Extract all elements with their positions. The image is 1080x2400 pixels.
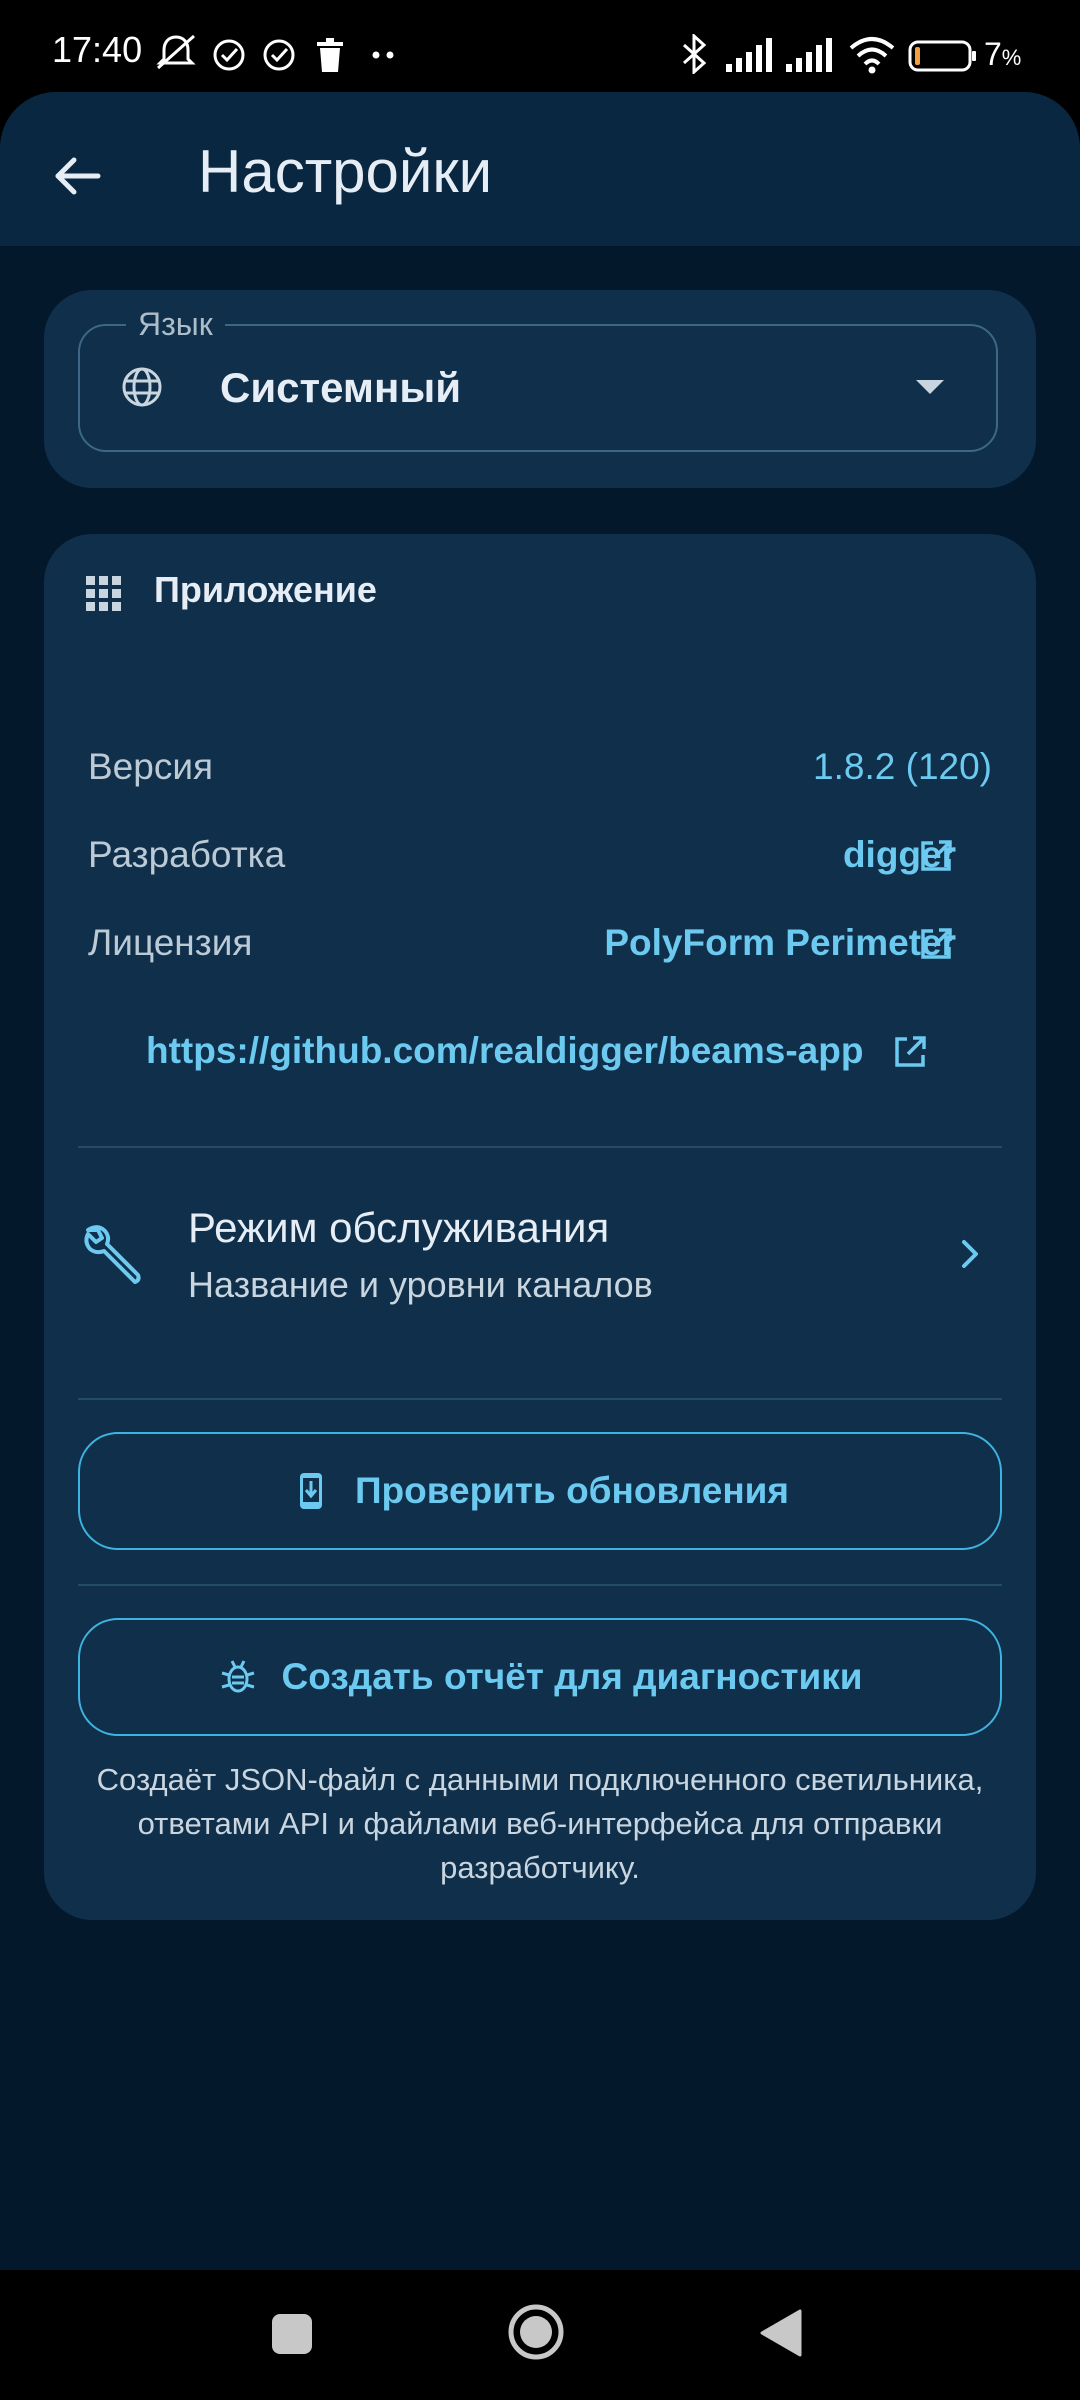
- language-label: Язык: [126, 306, 225, 342]
- wifi-icon: [849, 37, 895, 74]
- home-button[interactable]: [506, 2302, 566, 2362]
- battery-percent-unit: %: [1001, 45, 1022, 70]
- maintenance-title: Режим обслуживания: [188, 1204, 610, 1251]
- version-value: 1.8.2 (120): [813, 746, 992, 787]
- license-label: Лицензия: [88, 922, 253, 963]
- back-button[interactable]: [40, 140, 112, 212]
- diagnostics-label: Создать отчёт для диагностики: [281, 1656, 863, 1697]
- arrow-left-icon: [55, 157, 101, 195]
- bug-icon: [221, 1660, 254, 1693]
- muted-bell-icon: [156, 34, 196, 70]
- phone-update-icon: [299, 1473, 322, 1509]
- repo-link[interactable]: https://github.com/realdigger/beams-app: [146, 1028, 863, 1074]
- signal-icon: [726, 38, 772, 72]
- maintenance-mode-item[interactable]: Режим обслуживания Название и уровни кан…: [44, 1148, 1036, 1388]
- more-dots-icon: [372, 51, 394, 59]
- recents-button[interactable]: [270, 2312, 314, 2356]
- app-info-card: Приложение Версия 1.8.2 (120) Разработка…: [44, 534, 1036, 1920]
- diagnostics-button[interactable]: Создать отчёт для диагностики: [78, 1618, 1002, 1736]
- status-bar: 17:40 7%: [0, 0, 1080, 92]
- developer-label: Разработка: [88, 834, 286, 875]
- globe-icon: [122, 367, 162, 407]
- dropdown-arrow-icon: [916, 380, 944, 394]
- signal-icon: [786, 38, 832, 72]
- divider: [78, 1584, 1002, 1586]
- external-link-icon[interactable]: [918, 926, 954, 962]
- check-updates-button[interactable]: Проверить обновления: [78, 1432, 1002, 1550]
- version-label: Версия: [88, 746, 214, 787]
- system-nav-bar: [0, 2270, 1080, 2400]
- wrench-icon: [84, 1225, 141, 1284]
- battery-percent: 7%: [984, 36, 1021, 76]
- check-updates-label: Проверить обновления: [354, 1470, 790, 1511]
- divider: [78, 1398, 1002, 1400]
- bluetooth-icon: [682, 34, 707, 74]
- status-time: 17:40: [52, 29, 143, 70]
- back-nav-button[interactable]: [758, 2308, 804, 2358]
- language-select[interactable]: Язык Системный: [78, 306, 998, 452]
- external-link-icon[interactable]: [918, 838, 954, 874]
- maintenance-subtitle: Название и уровни каналов: [188, 1264, 653, 1305]
- language-value: Системный: [220, 364, 462, 411]
- trash-icon: [317, 38, 343, 72]
- app-bar: Настройки: [0, 92, 1080, 246]
- page-title: Настройки: [198, 138, 493, 205]
- diagnostics-note: Создаёт JSON-файл с данными подключенног…: [96, 1762, 984, 1885]
- check-circle-icon: [263, 39, 295, 71]
- external-link-icon[interactable]: [892, 1034, 928, 1070]
- settings-screen: Настройки Язык Системный Приложение Верс…: [0, 92, 1080, 2270]
- language-card: Язык Системный: [44, 290, 1036, 488]
- check-circle-icon: [213, 39, 245, 71]
- apps-grid-icon: [86, 576, 121, 611]
- battery-percent-value: 7: [984, 36, 1002, 72]
- battery-icon: [908, 40, 976, 72]
- license-link[interactable]: PolyForm Perimeter: [604, 920, 956, 966]
- chevron-right-icon: [962, 1240, 978, 1268]
- section-title: Приложение: [154, 569, 377, 610]
